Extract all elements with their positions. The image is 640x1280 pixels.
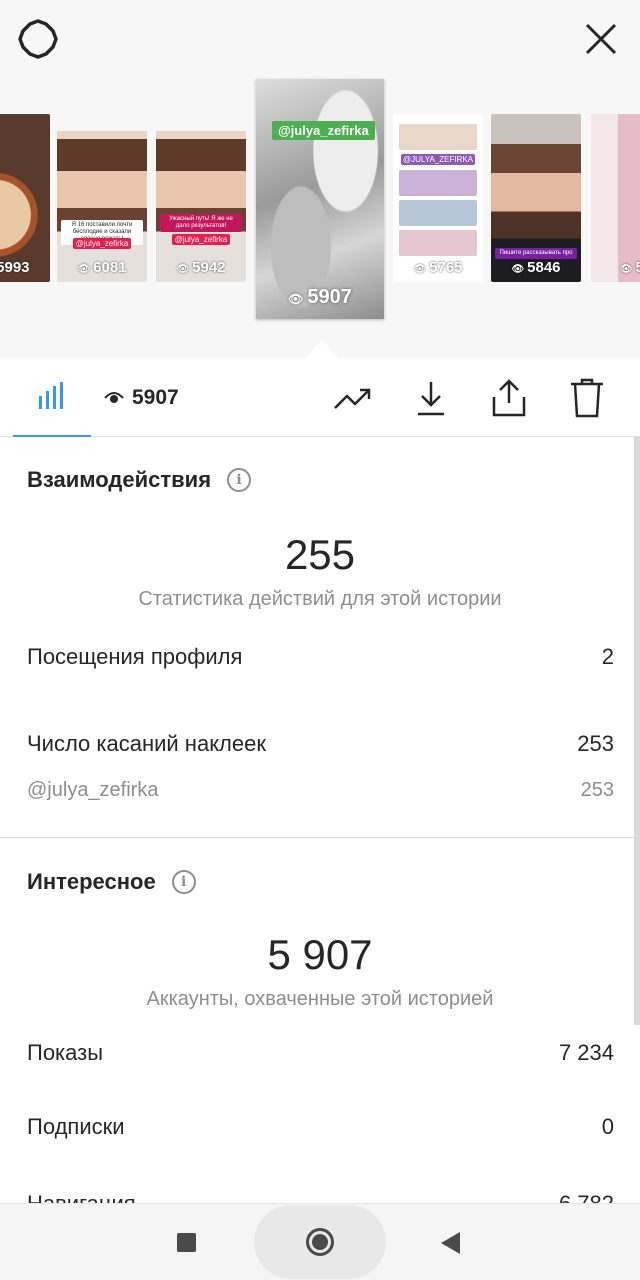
- stat-value: 253: [577, 731, 614, 756]
- stat-subrow-mention: @julya_zefirka 253: [27, 779, 614, 802]
- stat-label: Посещения профиля: [27, 644, 243, 669]
- stat-value: 2: [601, 644, 614, 669]
- stat-row-follows: Подписки 0: [27, 1114, 614, 1140]
- collage-photo: [399, 170, 477, 196]
- story-thumbnail[interactable]: @JULYA_ZEFIRKA 👁 5765: [393, 114, 483, 282]
- stat-label: Подписки: [27, 1114, 125, 1139]
- promote-trend-icon[interactable]: [333, 378, 373, 418]
- story-caption: Ужасный путь! Я же не дало результатов!: [160, 214, 242, 232]
- interactions-header: Взаимодействия i: [27, 467, 252, 493]
- eye-icon: 👁: [511, 264, 525, 275]
- eye-icon: 👁: [176, 264, 190, 275]
- stat-label: @julya_zefirka: [27, 779, 159, 801]
- interactions-title: Взаимодействия: [27, 467, 212, 492]
- discovery-header: Интересное i: [27, 869, 196, 895]
- info-icon[interactable]: i: [227, 468, 252, 492]
- stat-row-impressions: Показы 7 234: [27, 1040, 614, 1066]
- selected-story[interactable]: @julya_zefirka 👁 5907: [256, 79, 384, 319]
- stat-value: 7 234: [558, 1040, 614, 1065]
- story-toolbar: 5907: [0, 358, 640, 437]
- collage-photo: [399, 124, 477, 150]
- stat-row-profile-visits: Посещения профиля 2: [27, 644, 614, 670]
- stat-label: Навигация: [27, 1191, 136, 1203]
- story-view-count: 6081: [93, 259, 127, 276]
- info-icon[interactable]: i: [171, 870, 196, 894]
- story-view-count: 58: [635, 259, 640, 276]
- story-view-count: 5846: [527, 259, 561, 276]
- story-view-count: 5907: [307, 286, 352, 308]
- story-views: 👁 5942: [156, 259, 246, 276]
- interactions-subtitle: Статистика действий для этой истории: [138, 588, 502, 610]
- bar-chart-icon: [39, 382, 63, 409]
- collage-photo: [399, 200, 477, 226]
- home-button[interactable]: [254, 1205, 386, 1279]
- system-nav-bar: [0, 1203, 640, 1280]
- section-divider: [0, 837, 640, 838]
- settings-gear-icon[interactable]: [18, 19, 58, 59]
- discovery-title: Интересное: [27, 869, 156, 894]
- stat-label: Число касаний наклеек: [27, 731, 266, 756]
- home-circle-icon: [306, 1228, 334, 1256]
- insights-panel: Взаимодействия i 255 Статистика действий…: [0, 437, 640, 1203]
- story-views: 👁58: [591, 259, 640, 276]
- recent-apps-icon[interactable]: [177, 1233, 196, 1252]
- story-views: 👁 5765: [393, 259, 483, 276]
- collage-photo: [399, 230, 477, 256]
- back-triangle-icon[interactable]: [441, 1232, 460, 1254]
- discovery-subtitle: Аккаунты, охваченные этой историей: [146, 988, 494, 1010]
- stat-value: 253: [580, 779, 614, 801]
- story-views: 👁5993: [0, 259, 50, 276]
- stat-row-navigation: Навигация 6 782: [27, 1191, 614, 1203]
- eye-icon: 👁: [288, 292, 304, 306]
- interactions-total: 255: [284, 531, 356, 578]
- share-icon[interactable]: [489, 378, 529, 418]
- stat-value: 6 782: [559, 1191, 614, 1203]
- story-thumbnail[interactable]: Я 16 поставили почти бесплодие и сказали…: [57, 114, 147, 282]
- story-thumbnail[interactable]: 👁58: [591, 114, 640, 282]
- story-carousel: 👁5993 Я 16 поставили почти бесплодие и с…: [0, 0, 640, 358]
- story-views: 👁 5846: [491, 259, 581, 276]
- stat-value: 0: [601, 1114, 614, 1139]
- selection-pointer: [306, 340, 338, 358]
- eye-icon: [104, 392, 124, 403]
- stat-row-sticker-taps: Число касаний наклеек 253: [27, 731, 614, 757]
- story-tag: @julya_zefirka: [172, 234, 230, 245]
- story-tag: @JULYA_ZEFIRKA: [401, 154, 475, 165]
- story-view-count: 5765: [429, 259, 463, 276]
- story-thumbnail[interactable]: Ужасный путь! Я же не дало результатов! …: [156, 114, 246, 282]
- story-caption: Пишите рассказывать про: [495, 248, 577, 259]
- eye-icon: 👁: [413, 264, 427, 275]
- story-view-count: 5942: [192, 259, 226, 276]
- scrollbar[interactable]: [634, 437, 640, 1025]
- mention-sticker: @julya_zefirka: [272, 121, 375, 140]
- viewers-count: 5907: [132, 386, 179, 409]
- close-icon[interactable]: [582, 20, 620, 58]
- story-views: 👁 5907: [256, 286, 384, 309]
- stat-label: Показы: [27, 1040, 104, 1065]
- tab-viewers[interactable]: 5907: [104, 384, 179, 412]
- eye-icon: 👁: [77, 264, 91, 275]
- story-thumbnail[interactable]: 👁5993: [0, 114, 50, 282]
- story-view-count: 5993: [0, 259, 30, 276]
- discovery-total: 5 907: [267, 931, 373, 978]
- story-views: 👁 6081: [57, 259, 147, 276]
- story-thumbnail[interactable]: Пишите рассказывать про 👁 5846: [491, 114, 581, 282]
- trash-icon[interactable]: [567, 378, 607, 418]
- download-icon[interactable]: [411, 378, 451, 418]
- story-tag: @julya_zefirka: [73, 238, 131, 249]
- eye-icon: 👁: [619, 264, 633, 275]
- tab-insights[interactable]: [13, 358, 91, 437]
